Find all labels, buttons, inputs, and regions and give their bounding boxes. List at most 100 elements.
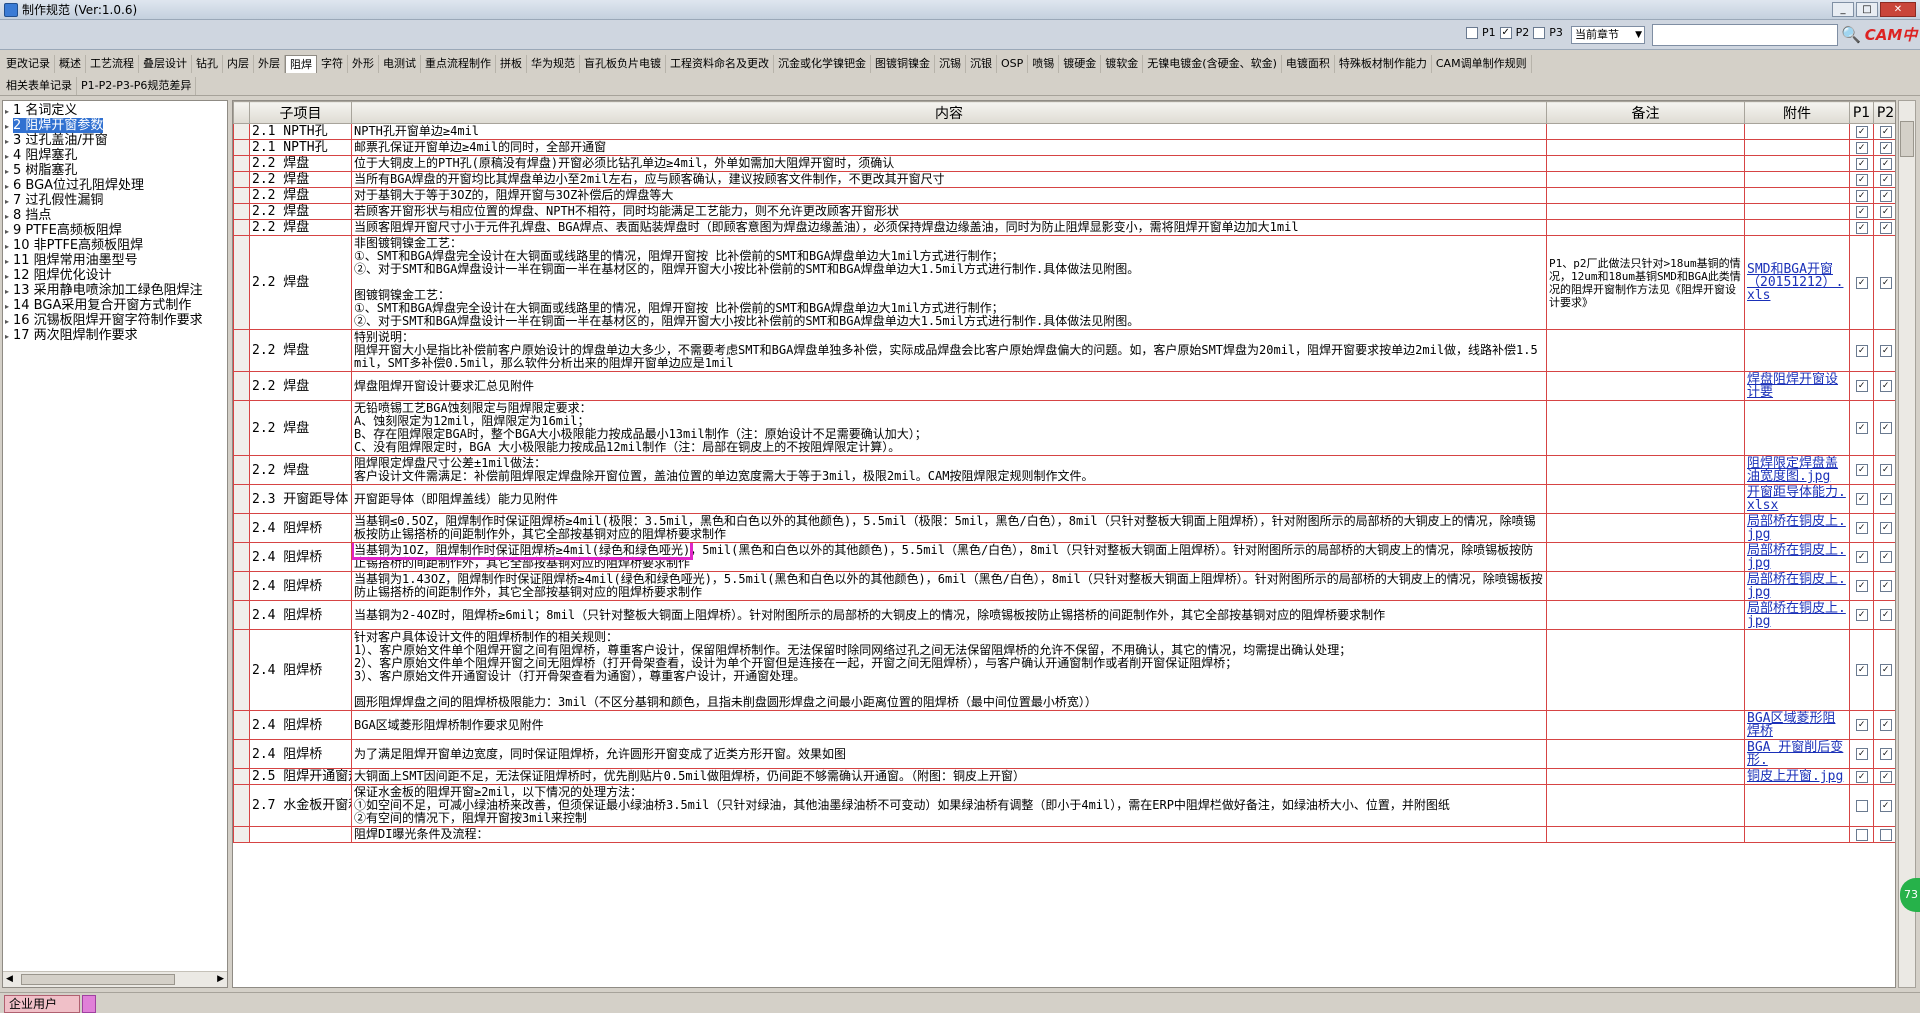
row-indicator[interactable]	[233, 329, 250, 372]
p1-row-checkbox[interactable]: ✓	[1855, 493, 1868, 505]
expand-icon[interactable]: ▸	[5, 239, 13, 254]
table-row[interactable]: 2.2 焊盘 焊盘阻焊开窗设计要求汇总见附件 焊盘阻焊开窗设计要 ✓ ✓	[233, 371, 1895, 401]
p1-row-checkbox[interactable]: ✓	[1855, 141, 1868, 154]
subtab-0[interactable]: 相关表单记录	[2, 76, 77, 95]
cell-attachment-link[interactable]: 局部桥在铜皮上.jpg	[1744, 600, 1850, 630]
expand-icon[interactable]: ▸	[5, 209, 13, 224]
tab-21[interactable]: 喷锡	[1028, 55, 1060, 73]
expand-icon[interactable]: ▸	[5, 119, 13, 134]
tab-22[interactable]: 镀硬金	[1059, 55, 1102, 73]
p1-row-checkbox[interactable]: ✓	[1855, 221, 1868, 234]
p1-row-checkbox[interactable]: ✓	[1855, 125, 1868, 138]
row-indicator[interactable]	[233, 784, 250, 827]
p2-row-checkbox[interactable]: ✓	[1879, 580, 1892, 592]
p1-row-checkbox[interactable]: ✓	[1855, 422, 1868, 434]
p2-row-checkbox[interactable]	[1879, 828, 1892, 841]
row-indicator[interactable]	[233, 123, 250, 140]
table-row[interactable]: 2.2 焊盘 非图镀铜镍金工艺： ①、SMT和BGA焊盘完全设计在大铜面或线路里的…	[233, 235, 1895, 330]
tab-8[interactable]: 字符	[317, 55, 348, 73]
p1-row-checkbox[interactable]: ✓	[1855, 157, 1868, 170]
tree-item[interactable]: ▸ 2 阻焊开窗参数	[3, 118, 227, 133]
tree-item[interactable]: ▸ 3 过孔盖油/开窗	[3, 133, 227, 148]
tab-5[interactable]: 内层	[223, 55, 254, 73]
table-row[interactable]: 2.4 阻焊桥 为了满足阻焊开窗单边宽度，同时保证阻焊桥，允许圆形开窗变成了近类方…	[233, 739, 1895, 769]
p1-row-checkbox[interactable]: ✓	[1855, 380, 1868, 392]
tree-item[interactable]: ▸ 14 BGA采用复合开窗方式制作	[3, 298, 227, 313]
col-header-sub[interactable]: 子项目	[249, 101, 352, 124]
expand-icon[interactable]: ▸	[5, 179, 13, 194]
col-header-attach[interactable]: 附件	[1744, 101, 1850, 124]
tree-item[interactable]: ▸ 11 阻焊常用油墨型号	[3, 253, 227, 268]
tab-20[interactable]: OSP	[997, 55, 1029, 73]
search-icon[interactable]: 🔍	[1840, 24, 1862, 46]
table-row[interactable]: 2.2 焊盘 无铅喷锡工艺BGA蚀刻限定与阻焊限定要求： A、蚀刻限定为12mil…	[233, 400, 1895, 456]
row-indicator[interactable]	[233, 629, 250, 711]
maximize-button[interactable]: □	[1856, 2, 1878, 17]
tree-item[interactable]: ▸ 12 阻焊优化设计	[3, 268, 227, 283]
p1-row-checkbox[interactable]: ✓	[1855, 464, 1868, 476]
tree-item[interactable]: ▸ 13 采用静电喷涂加工绿色阻焊注	[3, 283, 227, 298]
cell-attachment-link[interactable]: BGA区域菱形阻焊桥	[1744, 710, 1850, 740]
p1-row-checkbox[interactable]	[1855, 828, 1868, 841]
col-header-p1[interactable]: P1	[1849, 101, 1874, 124]
expand-icon[interactable]: ▸	[5, 224, 13, 239]
tab-16[interactable]: 沉金或化学镍钯金	[774, 55, 871, 73]
table-row[interactable]: 2.2 焊盘 当所有BGA焊盘的开窗均比其焊盘单边小至2mil左右，应与顾客确认，…	[233, 171, 1895, 188]
p2-row-checkbox[interactable]: ✓	[1879, 493, 1892, 505]
tab-10[interactable]: 电测试	[379, 55, 421, 73]
scroll-left-icon[interactable]: ◀	[6, 974, 13, 984]
cell-attachment-link[interactable]: 局部桥在铜皮上.jpg	[1744, 513, 1850, 543]
tab-7[interactable]: 阻焊	[285, 55, 317, 73]
expand-icon[interactable]: ▸	[5, 269, 13, 284]
p2-row-checkbox[interactable]: ✓	[1879, 344, 1892, 357]
tab-17[interactable]: 图镀铜镍金	[871, 55, 935, 73]
tab-13[interactable]: 华为规范	[527, 55, 580, 73]
p2-row-checkbox[interactable]: ✓	[1879, 422, 1892, 434]
p2-checkbox[interactable]: ✓	[1499, 26, 1512, 39]
col-header-p2[interactable]: P2	[1873, 101, 1895, 124]
row-indicator[interactable]	[233, 739, 250, 769]
row-indicator[interactable]	[233, 826, 250, 843]
table-row[interactable]: 阻焊DI曝光条件及流程：	[233, 826, 1895, 843]
expand-icon[interactable]: ▸	[5, 164, 13, 179]
p2-row-checkbox[interactable]: ✓	[1879, 748, 1892, 760]
row-indicator[interactable]	[233, 600, 250, 630]
p2-row-checkbox[interactable]: ✓	[1879, 719, 1892, 731]
table-row[interactable]: 2.2 焊盘 特别说明： 阻焊开窗大小是指比补偿前客户原始设计的焊盘单边大多少，不…	[233, 329, 1895, 372]
subtab-1[interactable]: P1-P2-P3-P6规范差异	[77, 76, 197, 95]
row-indicator[interactable]	[233, 371, 250, 401]
expand-icon[interactable]: ▸	[5, 104, 13, 119]
expand-icon[interactable]: ▸	[5, 134, 13, 149]
p1-checkbox[interactable]	[1466, 26, 1478, 39]
p1-row-checkbox[interactable]: ✓	[1855, 770, 1868, 783]
tab-4[interactable]: 钻孔	[192, 55, 223, 73]
tab-26[interactable]: 特殊板材制作能力	[1335, 55, 1432, 73]
p1-row-checkbox[interactable]: ✓	[1855, 719, 1868, 731]
tab-14[interactable]: 盲孔板负片电镀	[580, 55, 666, 73]
row-indicator[interactable]	[233, 400, 250, 456]
tree-item[interactable]: ▸ 6 BGA位过孔阻焊处理	[3, 178, 227, 193]
cell-attachment-link[interactable]: 焊盘阻焊开窗设计要	[1744, 371, 1850, 401]
p1-row-checkbox[interactable]: ✓	[1855, 748, 1868, 760]
p1-row-checkbox[interactable]: ✓	[1855, 344, 1868, 357]
row-indicator[interactable]	[233, 235, 250, 330]
expand-icon[interactable]: ▸	[5, 149, 13, 164]
p2-row-checkbox[interactable]: ✓	[1879, 609, 1892, 621]
tab-15[interactable]: 工程资料命名及更改	[666, 55, 774, 73]
row-indicator[interactable]	[233, 219, 250, 236]
tab-18[interactable]: 沉锡	[935, 55, 966, 73]
expand-icon[interactable]: ▸	[5, 284, 13, 299]
table-row[interactable]: 2.4 阻焊桥 当基铜≤0.5OZ，阻焊制作时保证阻焊桥≥4mil(极限：3.5m…	[233, 513, 1895, 543]
p2-row-checkbox[interactable]: ✓	[1879, 205, 1892, 218]
p1-row-checkbox[interactable]: ✓	[1855, 189, 1868, 202]
p1-row-checkbox[interactable]: ✓	[1855, 609, 1868, 621]
tree-item[interactable]: ▸ 7 过孔假性漏铜	[3, 193, 227, 208]
tab-23[interactable]: 镀软金	[1101, 55, 1144, 73]
table-row[interactable]: 2.4 阻焊桥 针对客户具体设计文件的阻焊桥制作的相关规则： 1）、客户原始文件单…	[233, 629, 1895, 711]
row-indicator[interactable]	[233, 542, 250, 572]
table-row[interactable]: 2.2 焊盘对于基铜大于等于3OZ的，阻焊开窗与3OZ补偿后的焊盘等大✓✓✓	[233, 187, 1895, 204]
p1-row-checkbox[interactable]	[1855, 799, 1868, 812]
table-row[interactable]: 2.1 NPTH孔邮票孔保证开窗单边≥4mil的同时，全部开通窗✓✓✓	[233, 139, 1895, 156]
tab-1[interactable]: 概述	[55, 55, 86, 73]
p2-row-checkbox[interactable]: ✓	[1879, 141, 1892, 154]
